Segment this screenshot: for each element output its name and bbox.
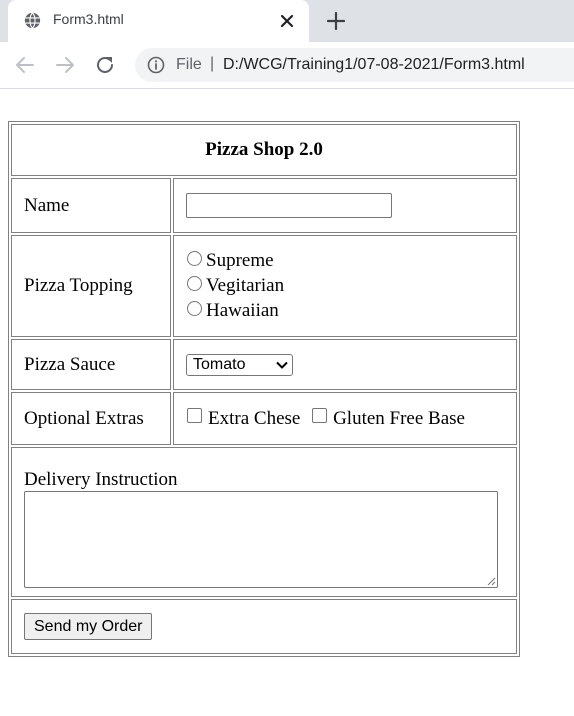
name-label: Name — [11, 178, 171, 233]
page-viewport: Pizza Shop 2.0 Name Pizza Topping Suprem… — [0, 89, 574, 716]
topping-option-vegitarian[interactable]: Vegitarian — [180, 274, 504, 299]
order-form-table: Pizza Shop 2.0 Name Pizza Topping Suprem… — [8, 121, 520, 657]
address-bar[interactable]: File | D:/WCG/Training1/07-08-2021/Form3… — [135, 48, 574, 82]
radio-hawaiian[interactable] — [187, 300, 202, 316]
submit-cell: Send my Order — [11, 599, 517, 654]
row-extras: Optional Extras Extra Chese Gluten Free … — [11, 392, 517, 445]
chevron-down-icon — [276, 361, 288, 369]
delivery-textarea[interactable] — [24, 490, 498, 588]
extras-label: Optional Extras — [11, 392, 171, 445]
row-topping: Pizza Topping Supreme Vegitarian Hawaiia… — [11, 235, 517, 337]
topping-label-supreme: Supreme — [206, 250, 274, 271]
topping-cell: Supreme Vegitarian Hawaiian — [173, 235, 517, 337]
form-title: Pizza Shop 2.0 — [11, 124, 517, 176]
browser-toolbar: File | D:/WCG/Training1/07-08-2021/Form3… — [0, 42, 574, 89]
info-icon[interactable] — [147, 56, 165, 74]
radio-vegitarian[interactable] — [187, 275, 202, 291]
send-order-button[interactable]: Send my Order — [24, 613, 153, 640]
reload-icon[interactable] — [92, 52, 118, 78]
row-sauce: Pizza Sauce Tomato — [11, 339, 517, 390]
close-icon[interactable] — [276, 10, 298, 32]
name-input[interactable] — [186, 193, 392, 218]
name-cell — [173, 178, 517, 233]
sauce-label: Pizza Sauce — [11, 339, 171, 390]
topping-label-vegitarian: Vegitarian — [206, 275, 285, 296]
sauce-selected-value: Tomato — [193, 356, 246, 373]
topping-label: Pizza Topping — [11, 235, 171, 337]
scheme-label: File — [176, 56, 202, 73]
tab-title: Form3.html — [53, 11, 124, 27]
plus-icon[interactable] — [324, 9, 348, 33]
resize-grip-icon[interactable] — [486, 576, 496, 586]
topping-option-hawaiian[interactable]: Hawaiian — [180, 299, 504, 324]
gluten-free-label: Gluten Free Base — [333, 407, 465, 429]
row-delivery: Delivery Instruction — [11, 447, 517, 597]
checkbox-extra-chese[interactable] — [187, 407, 202, 423]
row-name: Name — [11, 178, 517, 233]
globe-icon — [24, 12, 41, 29]
sauce-select[interactable]: Tomato — [186, 354, 293, 376]
extra-chese-label: Extra Chese — [208, 407, 301, 429]
sauce-cell: Tomato — [173, 339, 517, 390]
topping-option-supreme[interactable]: Supreme — [180, 249, 504, 274]
topping-label-hawaiian: Hawaiian — [206, 300, 279, 321]
extras-cell: Extra Chese Gluten Free Base — [173, 392, 517, 445]
back-arrow-icon[interactable] — [12, 52, 38, 78]
active-tab[interactable]: Form3.html — [8, 0, 309, 42]
checkbox-gluten-free[interactable] — [312, 407, 328, 423]
forward-arrow-icon[interactable] — [52, 52, 78, 78]
delivery-cell: Delivery Instruction — [11, 447, 517, 597]
radio-supreme[interactable] — [187, 250, 202, 266]
tab-strip: Form3.html — [0, 0, 574, 42]
scheme-separator: | — [210, 55, 215, 72]
url-text[interactable]: D:/WCG/Training1/07-08-2021/Form3.html — [223, 56, 525, 74]
row-submit: Send my Order — [11, 599, 517, 654]
delivery-label: Delivery Instruction — [24, 468, 178, 490]
